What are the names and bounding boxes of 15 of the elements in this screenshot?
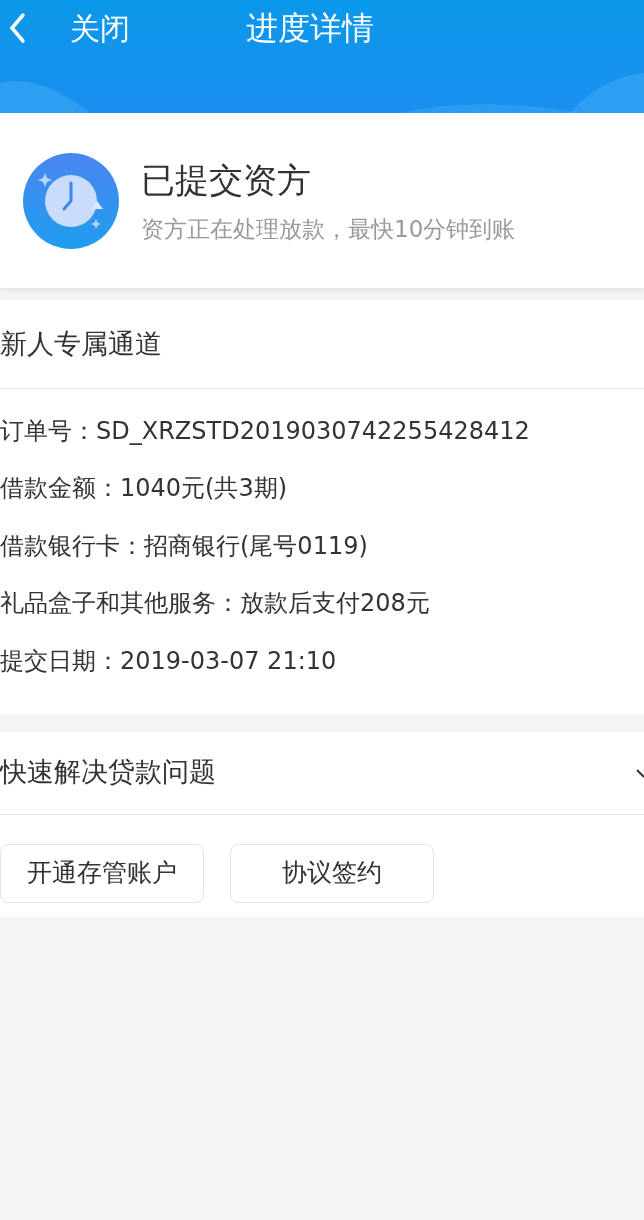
- page-title: 进度详情: [246, 8, 374, 49]
- clock-icon: [23, 152, 119, 249]
- status-subtitle: 资方正在处理放款，最快10分钟到账: [141, 214, 516, 244]
- action-button[interactable]: 开通存管账户: [0, 843, 204, 903]
- section-title: 新人专属通道: [0, 326, 162, 361]
- detail-line: 借款银行卡：招商银行(尾号0119): [0, 530, 369, 562]
- detail-line: 借款金额：1040元(共3期): [0, 473, 289, 505]
- detail-line: 礼品盒子和其他服务：放款后支付208元: [0, 588, 431, 620]
- detail-line: 提交日期：2019-03-07 21:10: [0, 645, 338, 677]
- status-title: 已提交资方: [141, 158, 312, 202]
- detail-line: 订单号：SD_XRZSTD2019030742255428412: [0, 415, 531, 447]
- section-title: 快速解决贷款问题: [0, 755, 216, 790]
- chevron-down-icon[interactable]: [636, 766, 644, 779]
- back-icon[interactable]: [8, 12, 26, 44]
- action-button[interactable]: 协议签约: [230, 843, 434, 903]
